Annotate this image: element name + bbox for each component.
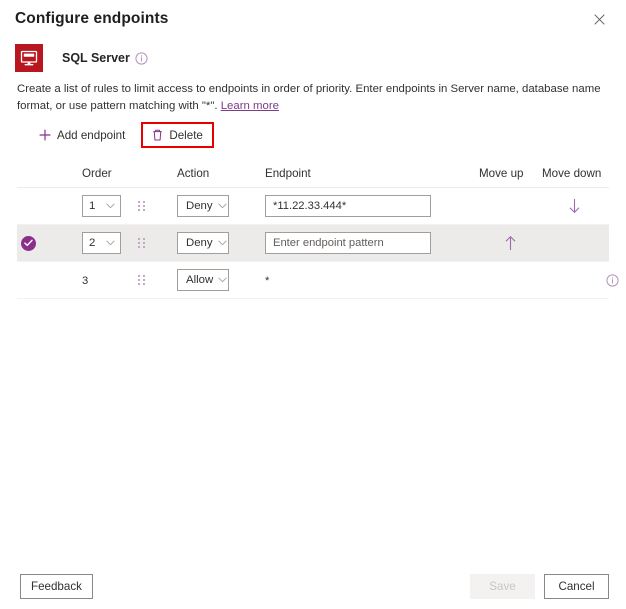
delete-button[interactable]: Delete xyxy=(141,122,214,148)
endpoint-value: * xyxy=(265,275,270,287)
drag-handle[interactable] xyxy=(138,275,175,285)
move-up-button[interactable] xyxy=(504,235,517,251)
action-cell: Deny xyxy=(175,232,264,254)
action-select[interactable]: Deny xyxy=(177,232,229,254)
grip-dots-icon xyxy=(138,238,145,248)
move-down-button[interactable] xyxy=(568,198,581,214)
action-select-value: Allow xyxy=(186,274,214,286)
chevron-down-icon xyxy=(218,277,227,283)
add-endpoint-button[interactable]: Add endpoint xyxy=(31,122,133,148)
command-bar: Add endpoint Delete xyxy=(31,122,214,148)
row-selected-checkmark-icon[interactable] xyxy=(21,235,36,251)
order-select[interactable]: 2 xyxy=(82,232,121,254)
sql-server-icon xyxy=(15,44,43,72)
action-cell: Allow xyxy=(175,269,264,291)
order-value: 3 xyxy=(82,275,89,287)
feedback-button[interactable]: Feedback xyxy=(20,573,93,599)
row-select-cell[interactable] xyxy=(17,235,46,251)
endpoint-input[interactable] xyxy=(265,195,431,217)
save-button[interactable]: Save xyxy=(470,573,535,599)
action-select[interactable]: Deny xyxy=(177,195,229,217)
grip-dots-icon xyxy=(138,201,145,211)
move-down-cell xyxy=(542,198,606,214)
drag-handle[interactable] xyxy=(138,238,175,248)
close-icon[interactable] xyxy=(586,6,612,32)
order-select-value: 2 xyxy=(89,237,96,249)
table-row[interactable]: 1 Deny xyxy=(17,188,609,225)
order-select[interactable]: 1 xyxy=(82,195,121,217)
endpoints-table: Order Action Endpoint Move up Move down … xyxy=(17,160,619,299)
endpoint-cell xyxy=(264,232,448,254)
chevron-down-icon xyxy=(217,240,227,246)
add-endpoint-label: Add endpoint xyxy=(57,128,126,142)
endpoint-cell: * xyxy=(264,273,448,287)
order-cell: 2 xyxy=(46,232,138,254)
chevron-down-icon xyxy=(217,203,227,209)
move-up-cell xyxy=(479,235,542,251)
description-body: Create a list of rules to limit access t… xyxy=(17,83,601,112)
panel-header: Configure endpoints xyxy=(0,0,626,38)
table-row[interactable]: 2 Deny xyxy=(17,225,609,262)
chevron-down-icon xyxy=(106,240,115,246)
order-cell: 3 xyxy=(46,273,138,287)
action-cell: Deny xyxy=(175,195,264,217)
product-name: SQL Server xyxy=(62,51,130,65)
column-header-order: Order xyxy=(82,167,112,180)
column-header-action: Action xyxy=(177,167,210,180)
column-header-move-down: Move down xyxy=(542,167,602,180)
row-info-cell xyxy=(606,273,626,287)
delete-label: Delete xyxy=(169,128,203,142)
chevron-down-icon xyxy=(106,203,115,209)
footer-bar: Feedback Save Cancel xyxy=(0,563,626,609)
cancel-button[interactable]: Cancel xyxy=(544,573,609,599)
action-select-value: Deny xyxy=(186,200,213,212)
info-icon[interactable] xyxy=(135,51,148,65)
endpoint-cell xyxy=(264,195,448,217)
action-select-value: Deny xyxy=(186,237,213,249)
endpoint-input[interactable] xyxy=(265,232,431,254)
row-info-icon[interactable] xyxy=(606,273,619,287)
table-row[interactable]: 3 Allow * xyxy=(17,262,619,299)
drag-handle[interactable] xyxy=(138,201,175,211)
table-header-row: Order Action Endpoint Move up Move down xyxy=(17,160,609,188)
footer-actions: Save Cancel xyxy=(470,573,609,599)
order-cell: 1 xyxy=(46,195,138,217)
product-row: SQL Server xyxy=(15,44,148,72)
learn-more-link[interactable]: Learn more xyxy=(221,100,279,112)
column-header-move-up: Move up xyxy=(479,167,524,180)
order-select-value: 1 xyxy=(89,200,96,212)
trash-icon xyxy=(152,129,163,141)
page-title: Configure endpoints xyxy=(15,10,169,27)
action-select[interactable]: Allow xyxy=(177,269,229,291)
grip-dots-icon xyxy=(138,275,145,285)
plus-icon xyxy=(39,129,51,141)
column-header-endpoint: Endpoint xyxy=(265,167,311,180)
description-text: Create a list of rules to limit access t… xyxy=(17,81,609,115)
